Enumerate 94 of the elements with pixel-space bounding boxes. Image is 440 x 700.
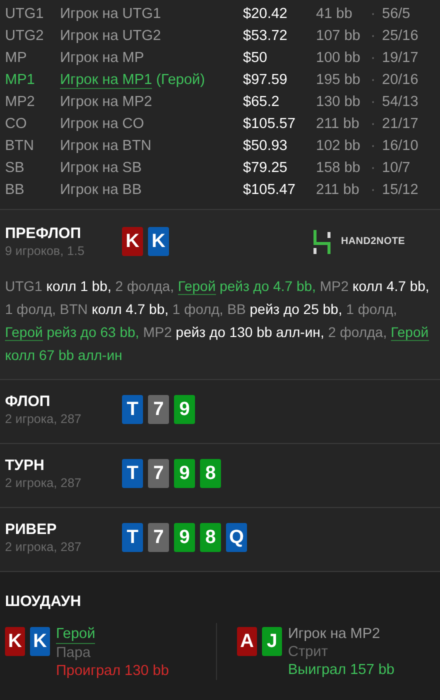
stack-amount: $50.93 <box>243 138 288 154</box>
player-name: Игрок на MP2 <box>60 94 152 110</box>
hand-rank: Стрит <box>288 643 328 661</box>
playing-card: J <box>262 627 282 656</box>
hero-link[interactable]: Герой <box>5 324 43 341</box>
section-title: ШОУДАУН <box>5 592 82 611</box>
stack-amount: $79.25 <box>243 160 288 176</box>
stack-bb: 211 bb <box>316 182 360 198</box>
playing-card: K <box>30 627 50 656</box>
playing-card: 9 <box>174 395 195 424</box>
separator-dot: · <box>370 50 376 66</box>
player-stats: 56/5 <box>382 6 412 22</box>
player-stats: 10/7 <box>382 160 412 176</box>
playing-card: Q <box>226 523 247 552</box>
playing-card: 7 <box>148 395 169 424</box>
playing-card: K <box>122 227 143 256</box>
playing-card: K <box>148 227 169 256</box>
player-name: Игрок на BTN <box>60 138 152 154</box>
separator-dot: · <box>370 94 376 110</box>
position-label: UTG1 <box>5 6 45 22</box>
separator-dot: · <box>370 6 376 22</box>
stack-amount: $20.42 <box>243 6 288 22</box>
position-label: UTG2 <box>5 28 45 44</box>
playing-card: 9 <box>174 459 195 488</box>
stack-bb: 102 bb <box>316 138 362 154</box>
logo: HAND2NOTE <box>312 230 405 254</box>
player-stats: 25/16 <box>382 28 420 44</box>
separator-dot: · <box>370 28 376 44</box>
stack-bb: 158 bb <box>316 160 362 176</box>
position-label: BTN <box>5 138 35 154</box>
position-label: MP <box>5 50 28 66</box>
playing-card: 9 <box>174 523 195 552</box>
street-title: ТУРН <box>5 456 46 475</box>
player-name: Игрок на UTG2 <box>60 28 161 44</box>
street-info: 9 игроков, 1.5 <box>5 243 86 259</box>
player-name: Игрок на UTG1 <box>60 6 161 22</box>
stack-amount: $65.2 <box>243 94 280 110</box>
stack-amount: $105.47 <box>243 182 296 198</box>
position-label: MP2 <box>5 94 36 110</box>
stack-bb: 130 bb <box>316 94 362 110</box>
hand-rank: Пара <box>56 644 91 662</box>
playing-card: T <box>122 459 143 488</box>
separator-dot: · <box>370 160 376 176</box>
player-name: Игрок на CO <box>60 116 144 132</box>
action-summary: UTG1 колл 1 bb, 2 фолда, Герой рейз до 4.7 bb, MP2 колл 4.7 bb, 1 фолд, BTN колл 4.7 bb, 1 фолд, BB рейз до 25 bb, 1 фолд, Герой рейз до 63 bb, MP2 рейз до 130 bb алл-ин, 2 фолда, Герой колл 67 bb алл-ин <box>5 277 430 365</box>
separator-dot: · <box>370 138 376 154</box>
player-name: Игрок на MP2 <box>288 625 380 643</box>
playing-card: T <box>122 523 143 552</box>
stack-amount: $97.59 <box>243 72 288 88</box>
playing-card: 7 <box>148 523 169 552</box>
player-name: Игрок на SB <box>60 160 142 176</box>
playing-card: 8 <box>200 459 221 488</box>
street-title: РИВЕР <box>5 520 58 539</box>
hero-link[interactable]: Герой <box>178 278 216 295</box>
player-stats: 21/17 <box>382 116 420 132</box>
position-label: MP1 <box>5 72 36 88</box>
player-name: Игрок на BB <box>60 182 142 198</box>
street-info: 2 игрока, 287 <box>5 411 82 427</box>
result-text: Выиграл 157 bb <box>288 661 394 679</box>
position-label: SB <box>5 160 26 176</box>
logo-icon <box>312 230 331 254</box>
playing-card: T <box>122 395 143 424</box>
street-title: ПРЕФЛОП <box>5 224 82 243</box>
stack-bb: 41 bb <box>316 6 354 22</box>
playing-card: 8 <box>200 523 221 552</box>
stack-bb: 100 bb <box>316 50 362 66</box>
stack-bb: 107 bb <box>316 28 362 44</box>
result-text: Проиграл 130 bb <box>56 662 169 680</box>
stack-bb: 211 bb <box>316 116 360 132</box>
player-stats: 20/16 <box>382 72 420 88</box>
street-title: ФЛОП <box>5 392 52 411</box>
street-info: 2 игрока, 287 <box>5 475 82 491</box>
player-stats: 19/17 <box>382 50 420 66</box>
player-link[interactable]: Герой <box>56 625 96 644</box>
stack-amount: $50 <box>243 50 268 66</box>
playing-card: A <box>237 627 257 656</box>
hero-label: (Герой) <box>156 72 205 88</box>
player-name: Игрок на MP <box>60 50 144 66</box>
position-label: CO <box>5 116 28 132</box>
stack-bb: 195 bb <box>316 72 362 88</box>
separator-dot: · <box>370 116 376 132</box>
playing-card: 7 <box>148 459 169 488</box>
stack-amount: $105.57 <box>243 116 296 132</box>
playing-card: K <box>5 627 25 656</box>
stack-amount: $53.72 <box>243 28 288 44</box>
player-link[interactable]: Игрок на MP1 <box>60 72 152 88</box>
hero-link[interactable]: Герой <box>390 324 429 341</box>
player-stats: 16/10 <box>382 138 420 154</box>
position-label: BB <box>5 182 26 198</box>
player-stats: 54/13 <box>382 94 420 110</box>
street-info: 2 игрока, 287 <box>5 539 82 555</box>
separator-dot: · <box>370 182 376 198</box>
separator-dot: · <box>370 72 376 88</box>
player-stats: 15/12 <box>382 182 420 198</box>
